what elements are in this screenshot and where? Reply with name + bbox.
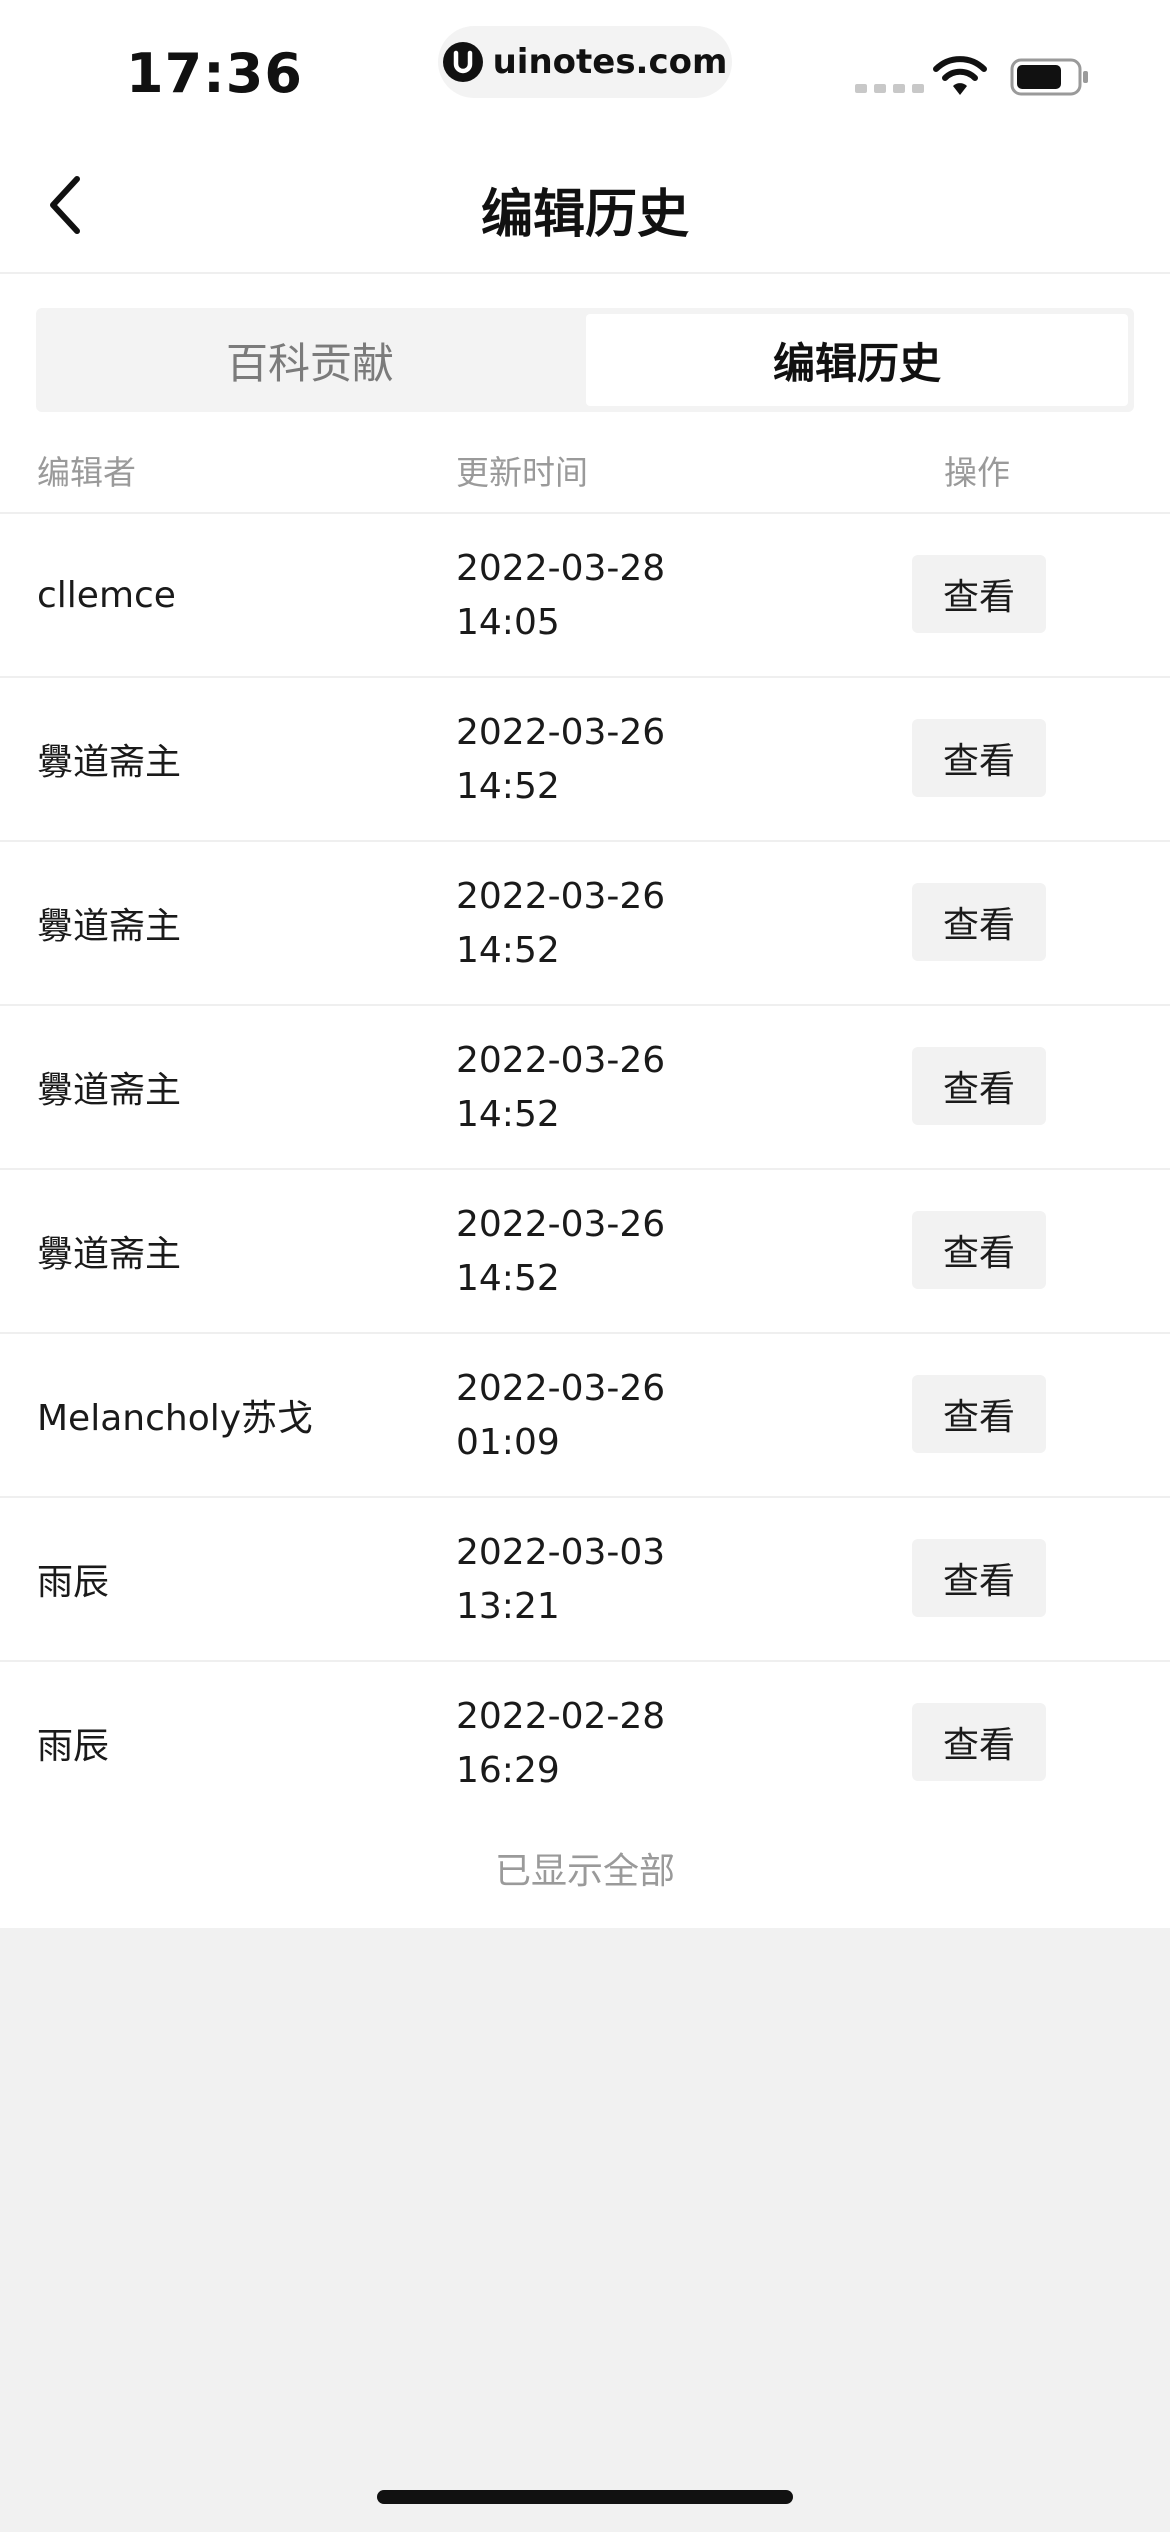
table-row: 釁道斋主 2022-03-26 14:52 查看 — [0, 842, 1170, 1006]
view-button[interactable]: 查看 — [912, 1539, 1046, 1617]
wifi-icon — [932, 55, 988, 101]
update-time: 2022-03-26 14:52 — [456, 870, 665, 978]
update-date: 2022-03-26 — [456, 876, 666, 917]
editor-name: 雨辰 — [37, 1562, 110, 1603]
update-date: 2022-03-26 — [456, 712, 666, 753]
table-row: 釁道斋主 2022-03-26 14:52 查看 — [0, 1170, 1170, 1334]
column-header-editor: 编辑者 — [37, 453, 136, 492]
end-of-list-text: 已显示全部 — [494, 1851, 675, 1892]
segmented-tabs: 百科贡献 编辑历史 — [36, 308, 1134, 412]
update-date: 2022-03-26 — [456, 1204, 666, 1245]
update-date: 2022-03-03 — [456, 1532, 666, 1573]
update-time: 2022-03-03 13:21 — [456, 1526, 665, 1634]
view-button[interactable]: 查看 — [912, 555, 1046, 633]
view-button[interactable]: 查看 — [912, 883, 1046, 961]
site-logo-icon — [442, 42, 483, 82]
view-button[interactable]: 查看 — [912, 1211, 1046, 1289]
update-date: 2022-03-26 — [456, 1040, 666, 1081]
update-clock: 14:52 — [456, 1258, 560, 1299]
editor-name: 釁道斋主 — [37, 1234, 182, 1275]
update-time: 2022-03-26 14:52 — [456, 1198, 665, 1306]
update-time: 2022-02-28 16:29 — [456, 1690, 665, 1798]
status-time: 17:36 — [126, 42, 303, 105]
editor-name: cllemce — [37, 574, 176, 616]
editor-name: 釁道斋主 — [37, 906, 182, 947]
update-clock: 14:52 — [456, 930, 560, 971]
update-date: 2022-02-28 — [456, 1696, 666, 1737]
editor-name: 釁道斋主 — [37, 1070, 182, 1111]
battery-icon — [1010, 58, 1090, 100]
update-date: 2022-03-28 — [456, 548, 666, 589]
home-indicator[interactable] — [377, 2490, 793, 2504]
table-row: 雨辰 2022-03-03 13:21 查看 — [0, 1498, 1170, 1662]
view-button[interactable]: 查看 — [912, 1703, 1046, 1781]
editor-name: 雨辰 — [37, 1726, 110, 1767]
update-time: 2022-03-26 01:09 — [456, 1362, 665, 1470]
history-list: cllemce 2022-03-28 14:05 查看 釁道斋主 2022-03-… — [0, 514, 1170, 1824]
update-clock: 13:21 — [456, 1586, 560, 1627]
tab-edit-history[interactable]: 编辑历史 — [586, 314, 1128, 406]
table-row: 雨辰 2022-02-28 16:29 查看 — [0, 1662, 1170, 1824]
page-title: 编辑历史 — [480, 185, 689, 245]
column-header-time: 更新时间 — [456, 453, 588, 492]
update-date: 2022-03-26 — [456, 1368, 666, 1409]
view-button[interactable]: 查看 — [912, 719, 1046, 797]
update-clock: 14:52 — [456, 1094, 560, 1135]
column-header-action: 操作 — [944, 453, 1010, 492]
url-text: uinotes.com — [492, 42, 728, 82]
signal-icon — [855, 84, 924, 93]
view-button[interactable]: 查看 — [912, 1047, 1046, 1125]
url-pill[interactable]: uinotes.com — [438, 26, 732, 98]
table-row: 釁道斋主 2022-03-26 14:52 查看 — [0, 678, 1170, 842]
nav-divider — [0, 272, 1170, 274]
update-time: 2022-03-26 14:52 — [456, 1034, 665, 1142]
table-row: cllemce 2022-03-28 14:05 查看 — [0, 514, 1170, 678]
tab-contributions[interactable]: 百科贡献 — [36, 314, 584, 406]
update-clock: 16:29 — [456, 1750, 560, 1791]
table-row: Melancholy苏戈 2022-03-26 01:09 查看 — [0, 1334, 1170, 1498]
update-clock: 14:05 — [456, 602, 560, 643]
editor-name: Melancholy苏戈 — [37, 1398, 314, 1439]
update-clock: 01:09 — [456, 1422, 560, 1463]
editor-name: 釁道斋主 — [37, 742, 182, 783]
view-button[interactable]: 查看 — [912, 1375, 1046, 1453]
update-time: 2022-03-26 14:52 — [456, 706, 665, 814]
table-row: 釁道斋主 2022-03-26 14:52 查看 — [0, 1006, 1170, 1170]
update-clock: 14:52 — [456, 766, 560, 807]
update-time: 2022-03-28 14:05 — [456, 542, 665, 650]
